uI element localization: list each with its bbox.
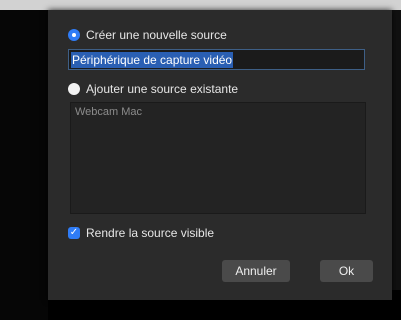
background-left-pane: [0, 10, 48, 320]
background-right-edge: [392, 10, 401, 290]
existing-source-label: Ajouter une source existante: [86, 82, 239, 96]
source-name-input[interactable]: Périphérique de capture vidéo: [68, 49, 365, 70]
cancel-button[interactable]: Annuler: [222, 260, 290, 282]
background-window-bar: [0, 0, 401, 10]
source-name-value: Périphérique de capture vidéo: [71, 51, 234, 68]
visible-label: Rendre la source visible: [86, 226, 215, 240]
list-item[interactable]: Webcam Mac: [71, 103, 365, 121]
new-source-radio[interactable]: [68, 29, 80, 41]
new-source-option[interactable]: Créer une nouvelle source: [68, 28, 227, 42]
new-source-label: Créer une nouvelle source: [86, 28, 227, 42]
existing-source-option[interactable]: Ajouter une source existante: [68, 82, 238, 96]
add-source-dialog: Créer une nouvelle source Périphérique d…: [48, 10, 392, 300]
visible-option[interactable]: ✓ Rendre la source visible: [68, 226, 214, 240]
existing-source-list[interactable]: Webcam Mac: [70, 102, 366, 214]
existing-source-radio[interactable]: [68, 83, 80, 95]
check-mark-icon[interactable]: ✓: [68, 227, 80, 239]
ok-button[interactable]: Ok: [320, 260, 373, 282]
